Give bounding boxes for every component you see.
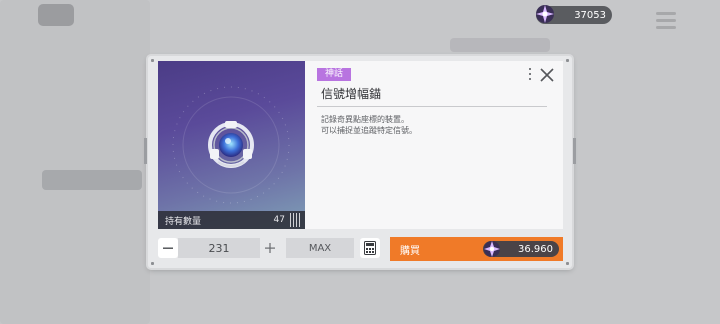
close-icon[interactable] [539,67,555,83]
corner-dot [566,262,569,265]
corner-dot [151,59,154,62]
dialog-edge-right [573,138,576,164]
item-info-panel: 神話 信號增幅錨 記錄奇異點座標的裝置。 可以捕捉並追蹤特定信號。 [305,61,563,229]
menu-icon [656,12,676,29]
dialog-edge-left [144,138,147,164]
max-quantity-button[interactable]: MAX [286,238,354,258]
buy-label: 購買 [400,246,420,257]
item-artwork: 持有數量 47 [158,61,305,229]
item-description: 記錄奇異點座標的裝置。 可以捕捉並追蹤特定信號。 [321,114,417,136]
owned-label: 持有數量 [165,216,202,227]
currency-display: 37053 [536,5,612,24]
description-line: 可以捕捉並追蹤特定信號。 [321,126,417,135]
price-display: 36.960 [483,241,559,257]
plus-icon [265,243,275,253]
background-list-item [42,170,142,190]
rarity-badge: 神話 [317,68,352,81]
buy-button[interactable]: 購買 36.960 [390,237,563,261]
background-panel [0,0,150,324]
currency-amount: 37053 [574,9,606,21]
item-name: 信號增幅錨 [321,87,382,101]
background-back-icon [38,4,74,26]
divider [317,106,547,107]
stripes-decoration [290,213,302,227]
increase-quantity-button[interactable] [260,238,280,258]
more-options-icon[interactable] [529,68,532,80]
owned-count: 47 [273,215,285,225]
star-gem-icon [484,241,500,257]
price-amount: 36.960 [518,243,553,255]
signal-amplifier-anchor-icon [172,86,290,204]
star-gem-icon [536,5,554,23]
decrease-quantity-button[interactable] [158,238,178,258]
corner-dot [566,59,569,62]
background-tab [450,38,550,52]
owned-count-bar: 持有數量 47 [158,211,305,229]
description-line: 記錄奇異點座標的裝置。 [321,115,409,124]
quantity-input[interactable]: 231 [178,238,260,258]
purchase-dialog: 持有數量 47 神話 信號增幅錨 記錄奇異點座標的裝置。 可以捕捉並追蹤特定信號… [144,56,576,268]
minus-icon [163,247,173,249]
calculator-button[interactable] [360,238,380,258]
calculator-icon [364,241,376,255]
corner-dot [151,262,154,265]
